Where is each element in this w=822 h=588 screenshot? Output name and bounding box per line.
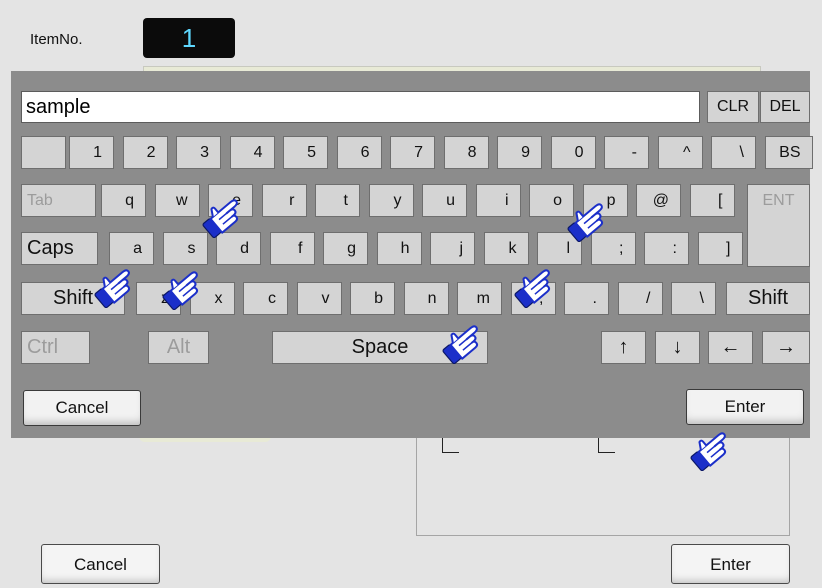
key-ctrl[interactable]: Ctrl — [21, 331, 90, 364]
keyboard-enter-button[interactable]: Enter — [686, 389, 804, 425]
key-i[interactable]: i — [475, 184, 521, 217]
key-h[interactable]: h — [376, 232, 422, 265]
key-colon[interactable]: : — [644, 232, 689, 265]
key-r[interactable]: r — [261, 184, 307, 217]
key-n[interactable]: n — [403, 282, 449, 315]
del-key[interactable]: DEL — [760, 91, 810, 123]
bracket-left — [442, 438, 459, 453]
text-input[interactable]: sample — [21, 91, 700, 123]
key-j[interactable]: j — [430, 232, 475, 265]
key-7[interactable]: 7 — [390, 136, 435, 169]
item-no-label: ItemNo. — [30, 31, 83, 48]
pointing-hand-icon — [197, 192, 249, 239]
key-9[interactable]: 9 — [497, 136, 542, 169]
item-no-display: 1 — [143, 18, 235, 58]
key-1[interactable]: 1 — [69, 136, 114, 169]
key-6[interactable]: 6 — [336, 136, 382, 169]
key-bs[interactable]: BS — [764, 136, 813, 169]
keyboard-cancel-button[interactable]: Cancel — [23, 390, 141, 426]
pointing-hand-icon — [685, 425, 737, 472]
key-ent[interactable]: ENT — [747, 184, 810, 217]
key-down-arrow[interactable]: ↓ — [655, 331, 700, 364]
key-shift-right[interactable]: Shift — [726, 282, 810, 315]
key-bracket-open[interactable]: [ — [689, 184, 735, 217]
blank-key — [21, 136, 66, 169]
pointing-hand-icon — [509, 262, 561, 309]
key-bracket-close[interactable]: ] — [697, 232, 743, 265]
pointing-hand-icon — [157, 264, 209, 311]
bracket-right — [598, 438, 615, 453]
key-caps[interactable]: Caps — [21, 232, 98, 265]
clr-key[interactable]: CLR — [707, 91, 759, 123]
key-w[interactable]: w — [154, 184, 200, 217]
pointing-hand-icon — [437, 318, 489, 365]
key-period[interactable]: . — [564, 282, 609, 315]
key-c[interactable]: c — [243, 282, 288, 315]
dialog-cancel-button[interactable]: Cancel — [41, 544, 160, 584]
key-g[interactable]: g — [323, 232, 368, 265]
key-caret[interactable]: ^ — [657, 136, 703, 169]
pointing-hand-icon — [562, 196, 614, 243]
key-tab[interactable]: Tab — [21, 184, 96, 217]
dialog-enter-button[interactable]: Enter — [671, 544, 790, 584]
key-v[interactable]: v — [296, 282, 342, 315]
key-slash[interactable]: / — [617, 282, 663, 315]
key-up-arrow[interactable]: ↑ — [601, 331, 646, 364]
key-right-arrow[interactable]: → — [762, 331, 810, 364]
key-4[interactable]: 4 — [229, 136, 275, 169]
key-q[interactable]: q — [101, 184, 146, 217]
key-u[interactable]: u — [422, 184, 467, 217]
key-minus[interactable]: - — [604, 136, 649, 169]
key-k[interactable]: k — [483, 232, 529, 265]
key-m[interactable]: m — [457, 282, 502, 315]
key-backslash[interactable]: \ — [711, 136, 756, 169]
key-f[interactable]: f — [269, 232, 315, 265]
pointing-hand-icon — [89, 262, 141, 309]
key-2[interactable]: 2 — [122, 136, 168, 169]
key-left-arrow[interactable]: ← — [708, 331, 753, 364]
key-ent-lower[interactable] — [747, 216, 810, 267]
key-y[interactable]: y — [368, 184, 414, 217]
key-0[interactable]: 0 — [550, 136, 596, 169]
key-b[interactable]: b — [350, 282, 395, 315]
key-3[interactable]: 3 — [176, 136, 221, 169]
key-t[interactable]: t — [315, 184, 360, 217]
key-at[interactable]: @ — [636, 184, 681, 217]
key-a[interactable]: a — [109, 232, 154, 265]
key-8[interactable]: 8 — [443, 136, 489, 169]
key-5[interactable]: 5 — [283, 136, 328, 169]
key-backslash[interactable]: \ — [671, 282, 716, 315]
key-alt[interactable]: Alt — [148, 331, 209, 364]
